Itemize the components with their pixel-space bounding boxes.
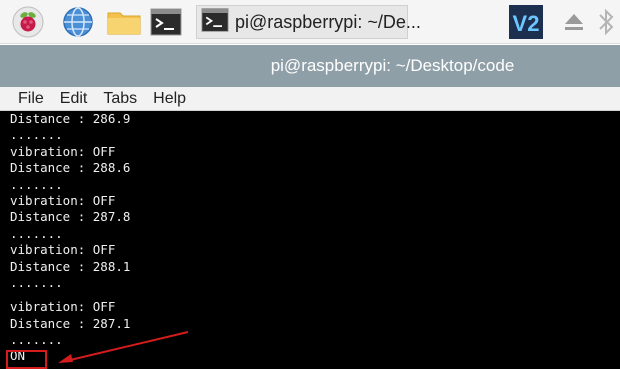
terminal-line: vibration: OFF: [10, 143, 116, 159]
file-manager-folder-icon[interactable]: [104, 6, 144, 38]
terminal-line-on: ON: [10, 348, 26, 364]
terminal-line: Distance : 286.9: [10, 111, 131, 126]
raspberry-pi-menu-icon[interactable]: [12, 6, 44, 38]
terminal-blank-gap: [10, 291, 620, 299]
terminal-line: vibration: OFF: [10, 299, 116, 315]
menu-file[interactable]: File: [18, 90, 44, 108]
terminal-line: .......: [10, 332, 63, 348]
vnc-server-icon[interactable]: V2: [508, 4, 544, 40]
vnc-label: V2: [513, 11, 540, 36]
menu-bar: File Edit Tabs Help: [0, 87, 620, 111]
terminal-line: Distance : 287.8: [10, 209, 131, 225]
terminal-line: vibration: OFF: [10, 192, 116, 208]
terminal-line: .......: [10, 176, 63, 192]
terminal-line: Distance : 288.1: [10, 258, 131, 274]
window-title: pi@raspberrypi: ~/Desktop/code: [270, 56, 515, 75]
bluetooth-icon[interactable]: [594, 6, 618, 38]
terminal-line: vibration: OFF: [10, 242, 116, 258]
menu-help[interactable]: Help: [153, 90, 186, 108]
terminal-line: Distance : 288.6: [10, 160, 131, 176]
terminal-line: .......: [10, 127, 63, 143]
taskbar-window-label: pi@raspberrypi: ~/De...: [235, 11, 421, 32]
terminal-launcher-icon[interactable]: [150, 6, 182, 38]
menu-tabs[interactable]: Tabs: [103, 90, 137, 108]
terminal-window-icon: [201, 7, 229, 37]
web-browser-globe-icon[interactable]: [62, 6, 94, 38]
window-titlebar[interactable]: pi@raspberrypi: ~/Desktop/code: [0, 45, 620, 87]
taskbar: pi@raspberrypi: ~/De... V2: [0, 0, 620, 44]
annotation-highlight-box: [6, 350, 47, 369]
terminal-line: .......: [10, 225, 63, 241]
eject-icon[interactable]: [558, 6, 590, 38]
taskbar-terminal-window-button[interactable]: pi@raspberrypi: ~/De...: [196, 5, 421, 39]
terminal-line: Distance : 287.1: [10, 315, 131, 331]
terminal-line: .......: [10, 274, 63, 290]
menu-edit[interactable]: Edit: [60, 90, 88, 108]
terminal-output[interactable]: Distance : 286.9 ....... vibration: OFF …: [0, 111, 620, 369]
